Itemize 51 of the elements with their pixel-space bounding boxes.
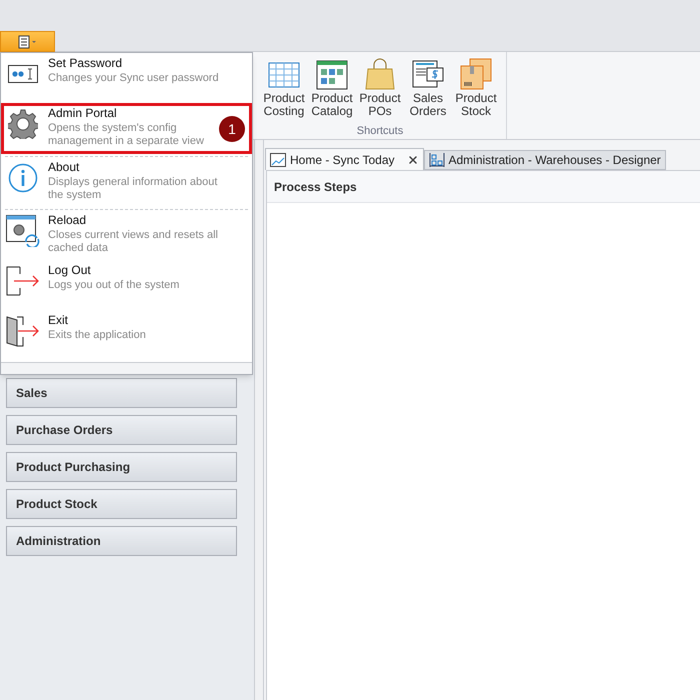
boxes-icon bbox=[460, 58, 492, 90]
password-field-icon bbox=[8, 65, 38, 83]
shortcut-button[interactable]: Product Catalog bbox=[310, 58, 354, 118]
menu-item[interactable]: Log Out Logs you out of the system bbox=[1, 260, 252, 310]
shortcut-button[interactable]: Sales Orders bbox=[406, 58, 450, 118]
menu-item-description: Exits the application bbox=[48, 329, 147, 342]
menu-item-title: Exit bbox=[48, 314, 70, 327]
panel-header: Process Steps bbox=[267, 171, 700, 203]
gear-icon bbox=[8, 109, 38, 139]
menu-item-description: Displays general information about the system bbox=[48, 176, 218, 202]
group-label: Shortcuts bbox=[356, 124, 404, 139]
menu-item-title: About bbox=[48, 161, 80, 174]
menu-icon bbox=[18, 34, 38, 48]
menu-item[interactable]: Exit Exits the application bbox=[1, 310, 252, 360]
shortcut-button[interactable]: Product Stock bbox=[454, 58, 498, 118]
tab-label: Administration - Warehouses - Designer bbox=[448, 152, 661, 169]
menu-item-title: Reload bbox=[48, 214, 88, 227]
menu-item-description: Closes current views and resets all cached data bbox=[48, 229, 219, 255]
catalog-grid-icon bbox=[316, 60, 348, 90]
info-icon bbox=[8, 163, 38, 193]
shopping-bag-icon bbox=[365, 58, 395, 90]
close-icon[interactable] bbox=[406, 154, 418, 166]
logout-icon bbox=[6, 266, 40, 296]
document-tab[interactable]: Home - Sync Today bbox=[265, 148, 424, 170]
nav-section-button[interactable]: Purchase Orders bbox=[6, 415, 237, 445]
menu-item-title: Set Password bbox=[48, 57, 124, 70]
nav-section-button[interactable]: Product Purchasing bbox=[6, 452, 237, 482]
spreadsheet-icon bbox=[268, 62, 300, 90]
tab-label: Home - Sync Today bbox=[290, 152, 394, 168]
menu-item[interactable]: Set Password Changes your Sync user password bbox=[1, 53, 252, 103]
nav-section-button[interactable]: Sales bbox=[6, 378, 237, 408]
menu-item[interactable]: About Displays general information about the system bbox=[1, 157, 252, 210]
menu-item-title: Admin Portal bbox=[48, 107, 118, 120]
menu-item-description: Logs you out of the system bbox=[48, 279, 180, 292]
shortcut-button[interactable]: Product POs bbox=[358, 58, 402, 118]
document-tab[interactable]: Administration - Warehouses - Designer bbox=[424, 150, 666, 170]
shortcut-button[interactable]: Product Costing bbox=[262, 58, 306, 118]
building-icon bbox=[428, 153, 444, 167]
menu-item[interactable]: Reload Closes current views and resets all cached data bbox=[1, 210, 252, 260]
invoice-icon bbox=[412, 60, 444, 90]
chart-window-icon bbox=[270, 152, 286, 166]
nav-section-button[interactable]: Product Stock bbox=[6, 489, 237, 519]
callout-badge: 1 bbox=[219, 116, 245, 142]
menu-item-description: Opens the system's config management in a separate view bbox=[48, 122, 205, 148]
nav-section-button[interactable]: Administration bbox=[6, 526, 237, 556]
app-menu-button[interactable] bbox=[0, 31, 55, 52]
menu-item-title: Log Out bbox=[48, 264, 92, 277]
window-refresh-icon bbox=[6, 215, 40, 247]
menu-item-description: Changes your Sync user password bbox=[48, 72, 220, 85]
exit-door-icon bbox=[6, 315, 40, 347]
menu-item[interactable]: Admin Portal Opens the system's config management in a separate view 1 bbox=[1, 103, 252, 157]
